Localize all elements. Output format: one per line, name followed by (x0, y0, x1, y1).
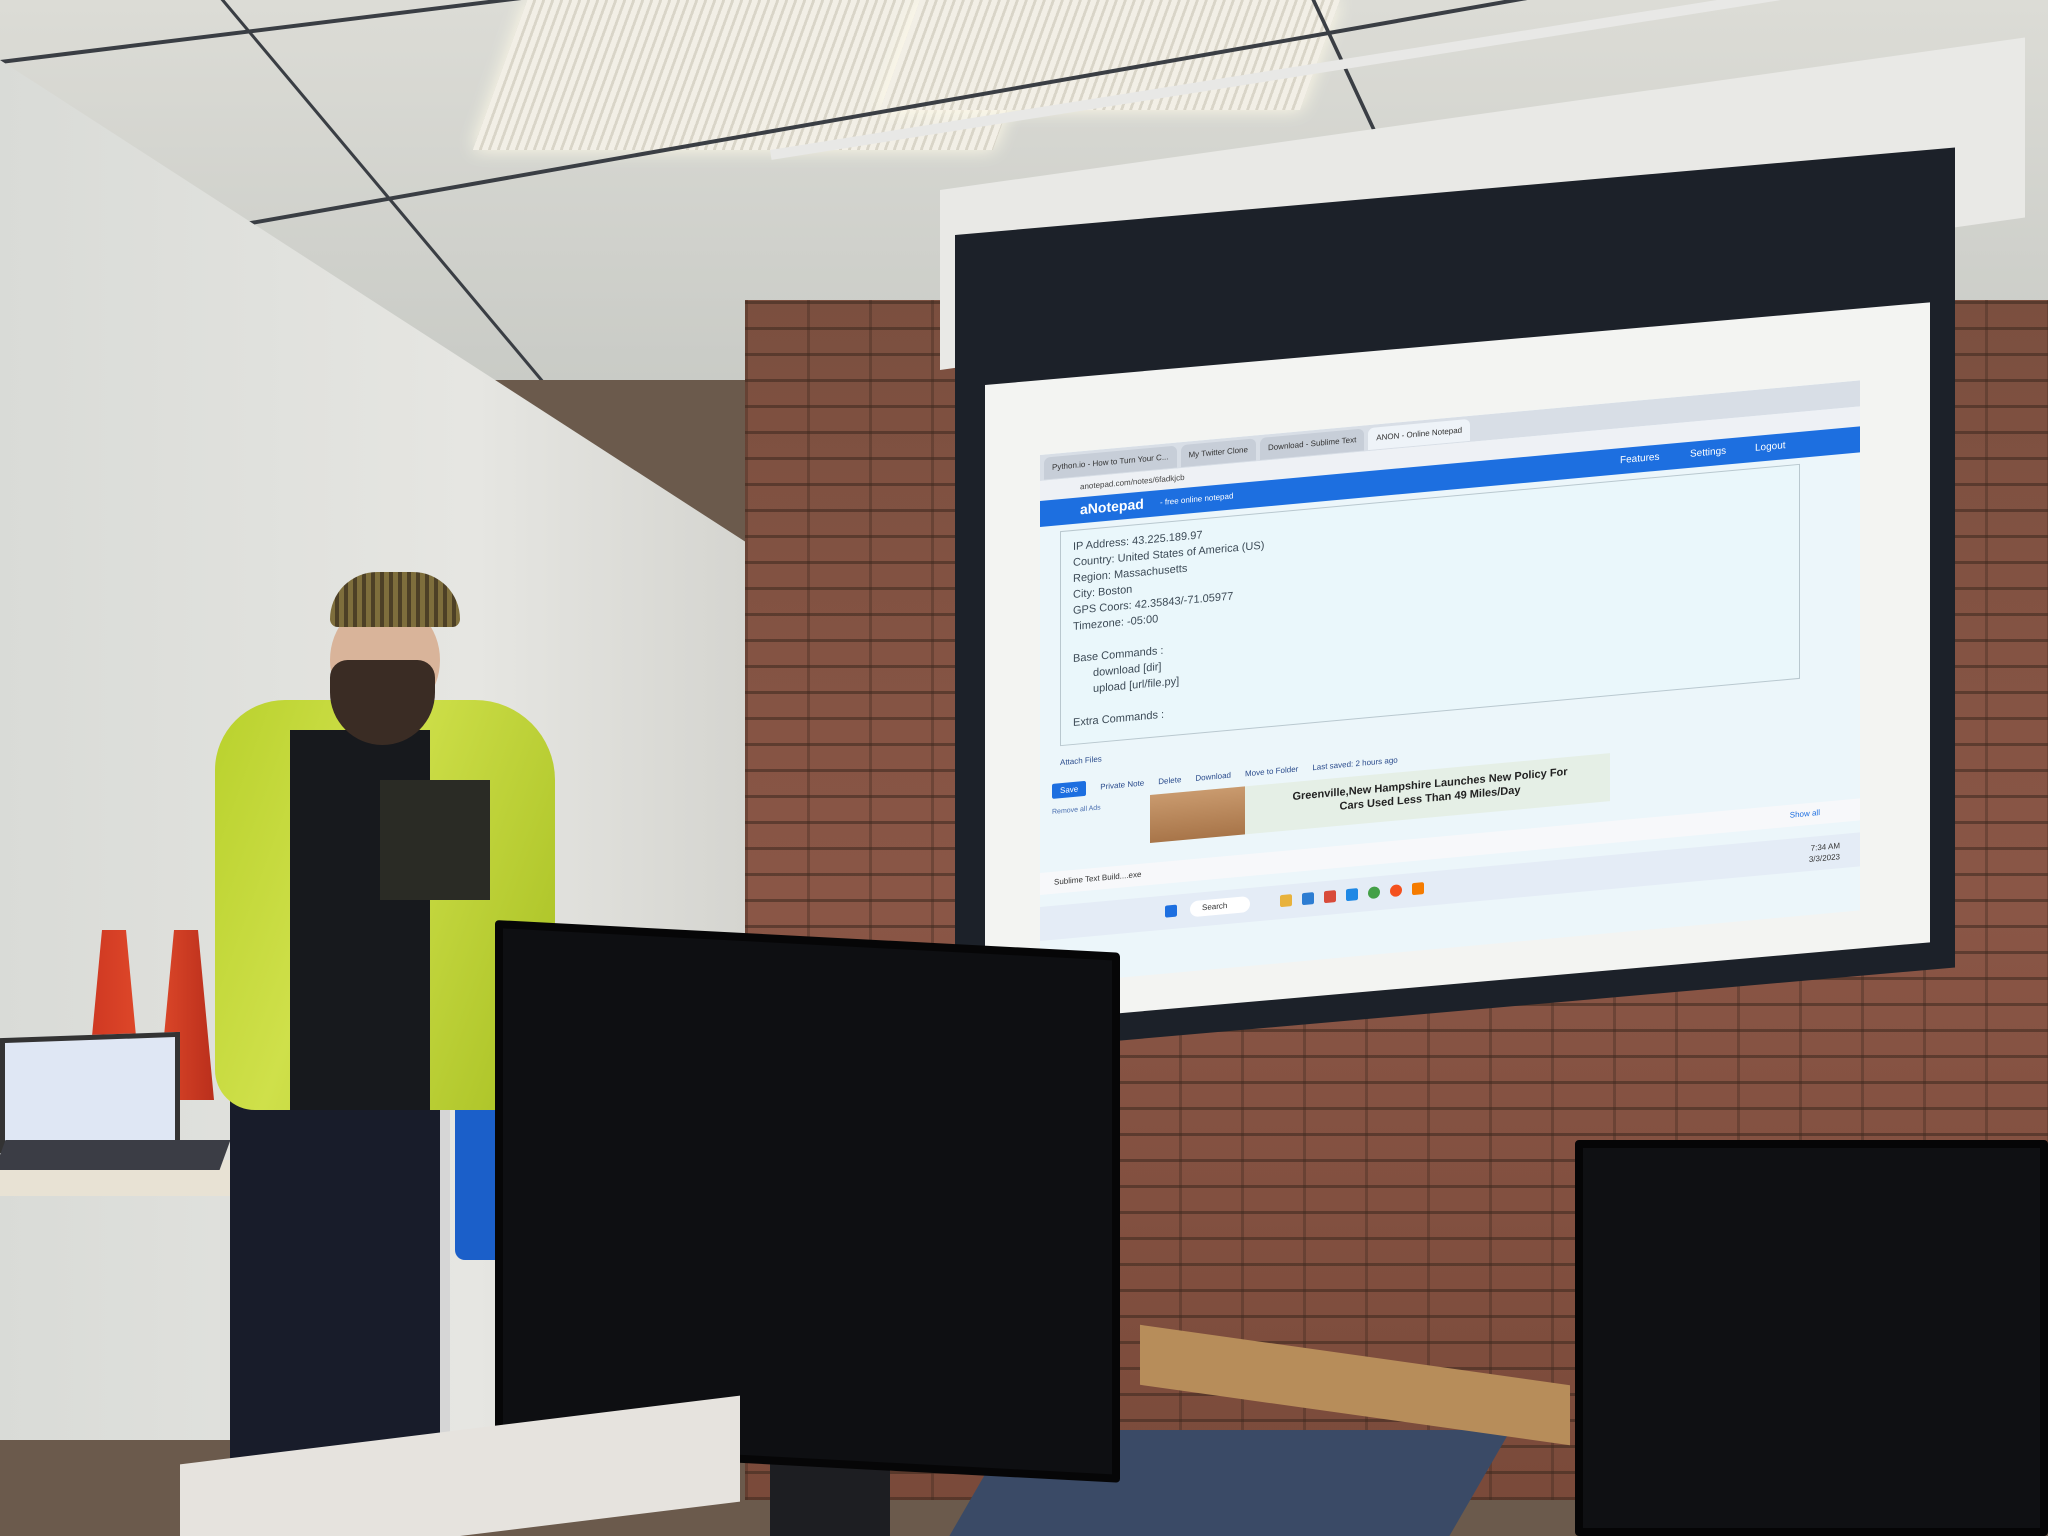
chrome-icon[interactable] (1368, 886, 1380, 900)
edge-icon[interactable] (1302, 892, 1314, 906)
laptop-keyboard (0, 1140, 231, 1170)
monitor-front (495, 920, 1120, 1483)
chrome-icon[interactable] (1390, 884, 1402, 898)
sublime-icon[interactable] (1412, 882, 1424, 896)
app-tagline: - free online notepad (1160, 491, 1234, 508)
pants-stripe (440, 1090, 450, 1490)
remove-ads-link[interactable]: Remove all Ads (1052, 804, 1101, 815)
monitor-right (1575, 1140, 2048, 1536)
file-explorer-icon[interactable] (1280, 894, 1292, 908)
app-logo[interactable]: aNotepad (1080, 496, 1144, 518)
classroom-scene: Python.io - How to Turn Your C... My Twi… (0, 0, 2048, 1536)
ad-image (1150, 786, 1245, 843)
taskbar-search[interactable]: Search (1190, 895, 1250, 918)
download-item[interactable]: Sublime Text Build....exe (1054, 870, 1141, 887)
move-to-folder-button[interactable]: Move to Folder (1245, 764, 1298, 778)
ceiling-light-panel-2 (879, 0, 1341, 110)
laptop-screen (0, 1031, 180, 1154)
clock-date: 3/3/2023 (1808, 852, 1840, 865)
attach-files-link[interactable]: Attach Files (1060, 754, 1102, 767)
app-icon[interactable] (1324, 890, 1336, 904)
windows-start-icon[interactable] (1165, 904, 1177, 918)
taskbar-clock: 7:34 AM 3/3/2023 (1809, 840, 1840, 865)
nav-features[interactable]: Features (1620, 452, 1659, 467)
nav-logout[interactable]: Logout (1755, 440, 1786, 454)
download-button[interactable]: Download (1195, 771, 1231, 783)
save-button[interactable]: Save (1052, 780, 1087, 799)
private-note-button[interactable]: Private Note (1100, 779, 1144, 792)
person-cap (330, 572, 460, 627)
delete-button[interactable]: Delete (1158, 775, 1181, 786)
nav-settings[interactable]: Settings (1690, 446, 1726, 460)
last-saved-status: Last saved: 2 hours ago (1312, 755, 1398, 773)
app-icon[interactable] (1346, 888, 1358, 902)
jacket-pocket (380, 780, 490, 900)
projected-browser-window: Python.io - How to Turn Your C... My Twi… (1040, 380, 1860, 985)
